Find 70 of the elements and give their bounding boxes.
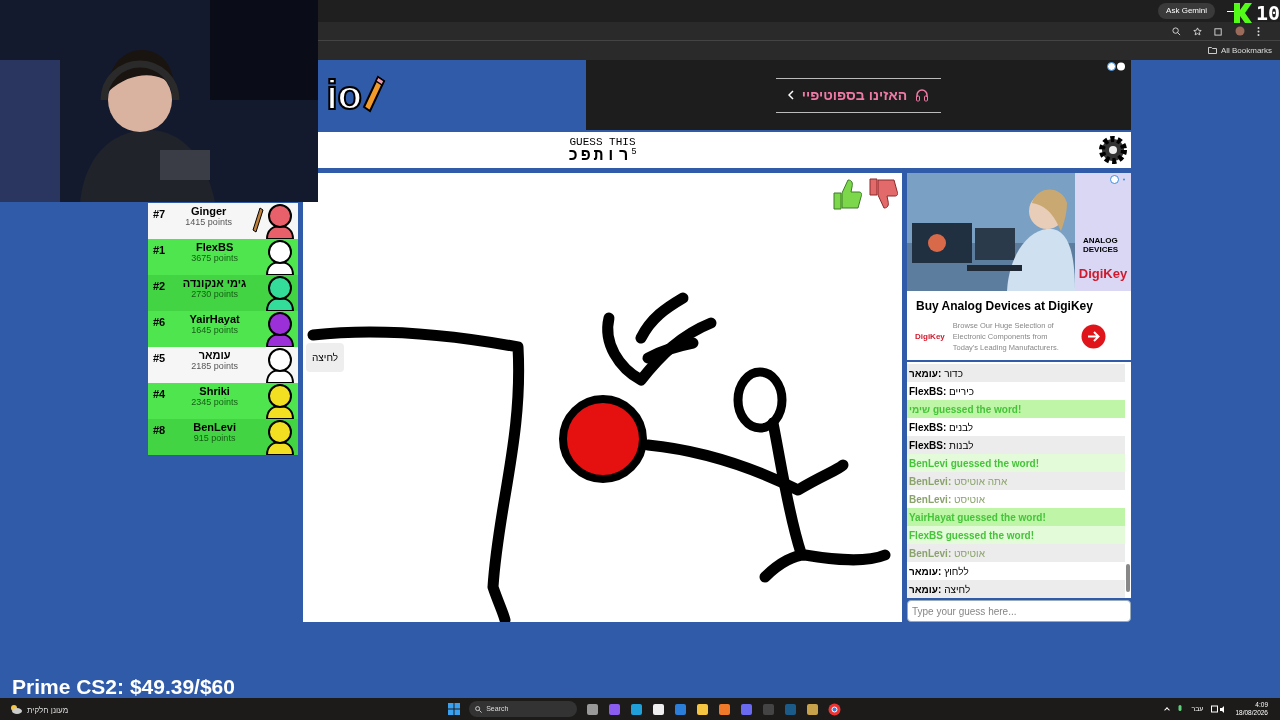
chat-message: עומאר: ללחוץ xyxy=(909,564,969,579)
letter-count: 5 xyxy=(631,147,637,157)
player-name: גימי אנקונדה xyxy=(182,278,247,289)
thumbs-up-icon[interactable] xyxy=(832,177,862,211)
settings-icon[interactable] xyxy=(1097,134,1129,166)
player-row[interactable]: #8 BenLevi 915 points xyxy=(148,419,298,455)
headphones-icon xyxy=(915,88,930,102)
player-name: Ginger xyxy=(190,206,227,217)
player-rank: #5 xyxy=(153,351,166,366)
player-points: 2345 points xyxy=(191,397,238,408)
hint-label: GUESS THIS xyxy=(569,136,636,148)
brand-text: ANALOG DEVICES xyxy=(1083,235,1120,254)
k-logo-icon xyxy=(1233,3,1252,23)
brand-logo: DigiKey xyxy=(915,330,945,343)
speech-bubble: לחיצה xyxy=(306,343,345,372)
chat-message: שימי guessed the word! xyxy=(909,402,1022,417)
ad-title: Buy Analog Devices at DigiKey xyxy=(916,298,1094,315)
player-name: עומאר xyxy=(198,350,231,361)
brush-loop xyxy=(733,367,787,433)
chevron-icon xyxy=(787,90,794,100)
menu-icon[interactable] xyxy=(1257,26,1260,36)
player-points: 3675 points xyxy=(191,253,238,264)
guess-input[interactable]: Type your guess here... xyxy=(907,600,1131,622)
player-row[interactable]: #4 Shriki 2345 points xyxy=(148,383,298,419)
brand-logo: DigiKey xyxy=(1078,264,1128,283)
player-row[interactable]: #1 FlexBS 3675 points xyxy=(148,239,298,275)
logo-text: 10 xyxy=(1255,3,1280,23)
start-icon[interactable] xyxy=(448,703,461,715)
search-icon xyxy=(475,705,483,713)
player-name: YairHayat xyxy=(189,314,240,325)
chat-message: BenLevi guessed the word! xyxy=(909,456,1040,471)
player-points: 2730 points xyxy=(191,289,238,300)
player-row[interactable]: #6 YairHayat 1645 points xyxy=(148,311,298,347)
player-name: FlexBS xyxy=(195,242,234,253)
drawing-canvas[interactable] xyxy=(303,173,902,622)
minimize-icon[interactable] xyxy=(1227,10,1235,12)
overlay-text: Prime CS2: $49.39/$60 xyxy=(12,676,235,697)
chat-message: עומאר: כדור xyxy=(909,366,963,381)
logo-text: io xyxy=(326,72,362,119)
app-icon[interactable] xyxy=(608,702,622,716)
player-name: BenLevi xyxy=(193,422,236,433)
microphone-icon xyxy=(1177,704,1184,714)
weather-icon xyxy=(10,704,22,714)
player-rank: #8 xyxy=(153,423,166,438)
chat-message: עומאר: לחיצה xyxy=(909,582,971,597)
profile-icon[interactable] xyxy=(1235,26,1245,36)
chat-message: YairHayat guessed the word! xyxy=(909,510,1046,525)
zoom-icon[interactable] xyxy=(1172,26,1181,36)
gemini-button[interactable]: Ask Gemini xyxy=(1158,3,1215,19)
player-rank: #7 xyxy=(153,207,166,222)
player-name: Shriki xyxy=(199,386,230,397)
player-rank: #2 xyxy=(153,279,166,294)
player-row[interactable]: #7 Ginger 1415 points xyxy=(148,203,298,239)
hint-word: רותפכ xyxy=(568,147,632,164)
player-points: 1415 points xyxy=(185,217,232,228)
player-rank: #1 xyxy=(153,243,166,258)
chat-message: FlexBS guessed the word! xyxy=(909,528,1035,543)
player-points: 915 points xyxy=(193,433,236,444)
player-points: 2185 points xyxy=(191,361,238,372)
ad-banner[interactable]: האזינו בספוטיפיי xyxy=(586,60,1131,130)
player-points: 1645 points xyxy=(191,325,238,336)
player-rank: #4 xyxy=(153,387,166,402)
ad-text: האזינו בספוטיפיי xyxy=(801,85,908,105)
thumbs-down-icon[interactable] xyxy=(868,177,898,211)
ad-info-icon[interactable] xyxy=(1107,62,1125,71)
star-icon[interactable] xyxy=(1193,26,1202,36)
player-rank: #6 xyxy=(153,315,166,330)
bookmarks-link[interactable]: All Bookmarks xyxy=(1220,44,1272,57)
weather-text: מעונן חלקית xyxy=(27,705,69,717)
pencil-icon xyxy=(362,75,386,115)
